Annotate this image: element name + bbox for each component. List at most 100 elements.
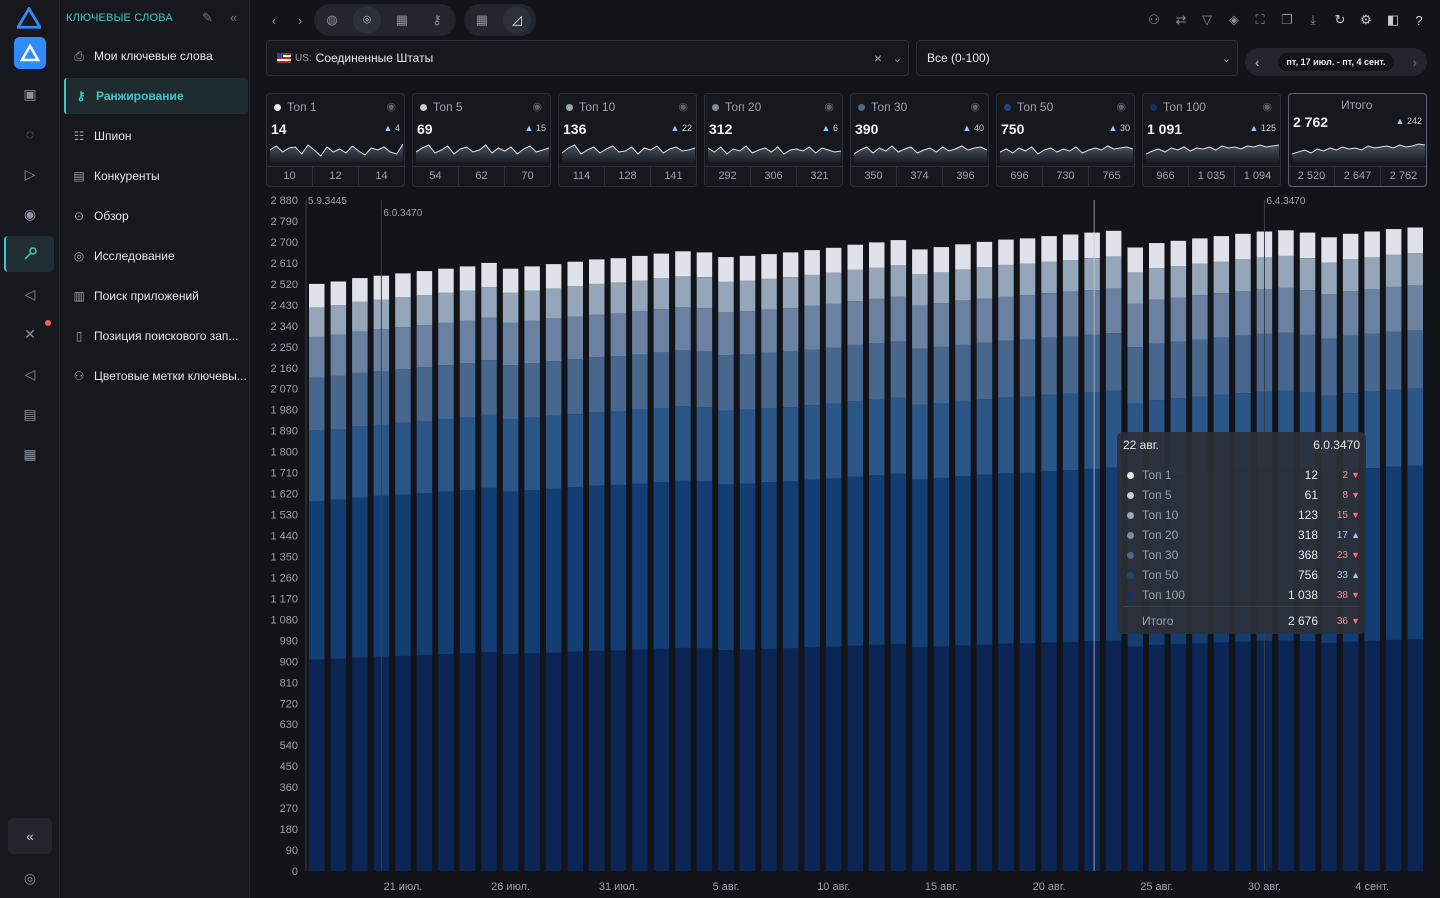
bar-segment xyxy=(653,278,670,310)
bar-segment xyxy=(632,409,648,484)
bar-segment xyxy=(502,419,519,492)
megaphone-icon[interactable]: ◁ xyxy=(18,282,42,306)
bar-segment xyxy=(567,316,583,360)
date-prev-icon[interactable]: ‹ xyxy=(1255,55,1259,70)
bar-segment xyxy=(998,264,1014,297)
country-select[interactable]: US: Соединенные Штаты × ⌄ xyxy=(266,40,909,76)
copy-icon[interactable]: ❐ xyxy=(1273,6,1301,34)
bar-segment xyxy=(589,314,605,358)
gear-icon[interactable]: ⚙ xyxy=(1352,6,1380,34)
bar-segment xyxy=(352,657,368,871)
eye-icon[interactable]: ◉ xyxy=(1116,100,1126,113)
bar-segment xyxy=(1235,291,1251,336)
metric-card[interactable]: Топ 30 ◉ 390 ▲ 40 350 374 396 xyxy=(850,93,989,187)
card-change: ▲ 6 xyxy=(822,123,838,133)
bar-segment xyxy=(1084,258,1100,291)
sidebar-item[interactable]: ⎙ Мои ключевые слова xyxy=(64,38,248,74)
eye-icon[interactable]: ◉ xyxy=(970,100,980,113)
bar-segment xyxy=(1062,291,1079,337)
sidebar-item[interactable]: ◎ Исследование xyxy=(64,238,248,274)
sidebar-item[interactable]: ▤ Конкуренты xyxy=(64,158,248,194)
bar-segment xyxy=(675,251,691,277)
filter-icon[interactable]: ▽ xyxy=(1193,6,1221,34)
table-icon[interactable]: ▦ xyxy=(468,6,496,34)
tooltip-series-value: 123 xyxy=(1297,508,1318,522)
y-tick-label: 2 160 xyxy=(270,363,298,375)
bar-segment xyxy=(1170,240,1187,266)
settings-alt-icon[interactable]: ◈ xyxy=(1220,6,1248,34)
card-tick: 54 xyxy=(413,167,459,186)
date-next-icon[interactable]: › xyxy=(1413,55,1417,70)
card-tick: 966 xyxy=(1143,167,1189,186)
bar-segment xyxy=(1407,253,1423,286)
edit-icon[interactable]: ✎ xyxy=(202,10,213,26)
chevron-down-icon[interactable]: ⌄ xyxy=(1222,52,1231,65)
store-icon[interactable]: ▦ xyxy=(18,442,42,466)
key-tool-icon[interactable]: ⚷ xyxy=(423,6,451,34)
refresh-icon[interactable]: ↻ xyxy=(1326,6,1354,34)
metric-card[interactable]: Топ 10 ◉ 136 ▲ 22 114 128 141 xyxy=(558,93,697,187)
transfer-icon[interactable]: ⇄ xyxy=(1167,6,1195,34)
card-label: Топ 100 xyxy=(1163,100,1206,114)
clear-icon[interactable]: × xyxy=(874,50,882,66)
app-logo-icon[interactable] xyxy=(17,6,41,30)
user-icon[interactable]: ◎ xyxy=(18,866,42,890)
sidebar-item[interactable]: ▯ Позиция поискового зап... xyxy=(64,318,248,354)
metric-card[interactable]: Топ 1 ◉ 14 ▲ 4 10 12 14 xyxy=(266,93,405,187)
calendar-icon[interactable]: ▦ xyxy=(388,6,416,34)
metric-card[interactable]: Топ 20 ◉ 312 ▲ 6 292 306 321 xyxy=(704,93,843,187)
eye-icon[interactable]: ◉ xyxy=(532,100,542,113)
help-icon[interactable]: ? xyxy=(1405,6,1433,34)
eye-icon[interactable]: ◉ xyxy=(1262,100,1272,113)
group-icon[interactable]: ⚇ xyxy=(1140,6,1168,34)
metric-card[interactable]: Топ 50 ◉ 750 ▲ 30 696 730 765 xyxy=(996,93,1135,187)
eye-icon[interactable]: ◉ xyxy=(386,100,396,113)
location-icon[interactable]: ⌾ xyxy=(353,6,381,34)
sidebar-item[interactable]: ⚇ Цветовые метки ключевы... xyxy=(64,358,248,394)
report-icon[interactable]: ▤ xyxy=(18,402,42,426)
sidebar-item[interactable]: ⊙ Обзор xyxy=(64,198,248,234)
chevron-down-icon[interactable]: ⌄ xyxy=(893,52,902,65)
panel-icon[interactable]: ◧ xyxy=(1379,6,1407,34)
bar-segment xyxy=(589,357,605,413)
y-tick-label: 1 710 xyxy=(270,468,298,480)
bar-segment xyxy=(309,501,325,660)
keywords-icon[interactable] xyxy=(4,236,54,272)
back-icon[interactable]: ‹ xyxy=(260,6,288,34)
card-value: 312 xyxy=(709,121,733,137)
screenshot-icon[interactable]: ⛶ xyxy=(1246,6,1274,34)
y-tick-label: 2 250 xyxy=(270,342,298,354)
forward-icon[interactable]: › xyxy=(286,6,314,34)
bar-segment xyxy=(955,244,971,270)
audio-icon[interactable]: ◁ xyxy=(18,362,42,386)
bar-segment xyxy=(718,355,734,411)
bar-segment xyxy=(933,247,950,273)
sidebar-item[interactable]: ☷ Шпион xyxy=(64,118,248,154)
download-icon[interactable]: ⤓ xyxy=(1299,6,1327,34)
workspace-icon[interactable] xyxy=(14,37,46,69)
card-change: ▲ 40 xyxy=(963,123,984,133)
collapse-rail-icon[interactable]: « xyxy=(8,818,52,854)
chart-view-icon[interactable]: ◿ xyxy=(503,6,531,34)
sidebar-item[interactable]: ▥ Поиск приложений xyxy=(64,278,248,314)
bar-segment xyxy=(847,476,863,646)
metric-card[interactable]: Топ 5 ◉ 69 ▲ 15 54 62 70 xyxy=(412,93,551,187)
metric-card[interactable]: Топ 100 ◉ 1 091 ▲ 125 966 1 035 1 094 xyxy=(1142,93,1281,187)
eye-icon[interactable]: ◉ xyxy=(18,202,42,226)
tools-icon[interactable]: ✕ xyxy=(18,322,42,346)
apple-icon[interactable]: ◌ xyxy=(18,122,42,146)
eye-icon[interactable]: ◉ xyxy=(678,100,688,113)
dashboard-icon[interactable]: ▣ xyxy=(18,82,42,106)
focus-icon: ⊙ xyxy=(73,209,85,223)
globe-icon[interactable]: ◍ xyxy=(318,6,346,34)
play-icon[interactable]: ▷ xyxy=(18,162,42,186)
metric-card[interactable]: Итого 2 762 ▲ 242 2 520 2 647 2 762 xyxy=(1288,93,1427,187)
card-label: Топ 1 xyxy=(287,100,317,114)
eye-icon[interactable]: ◉ xyxy=(824,100,834,113)
bar-segment xyxy=(933,346,950,404)
bar-segment xyxy=(761,352,777,409)
date-range-picker[interactable]: ‹ пт, 17 июл. - пт, 4 сент. › xyxy=(1245,48,1427,76)
sidebar-item[interactable]: ⚷ Ранжирование xyxy=(64,78,248,114)
rank-range-select[interactable]: Все (0-100) ⌄ xyxy=(916,40,1238,76)
collapse-sidebar-icon[interactable]: « xyxy=(230,10,237,25)
